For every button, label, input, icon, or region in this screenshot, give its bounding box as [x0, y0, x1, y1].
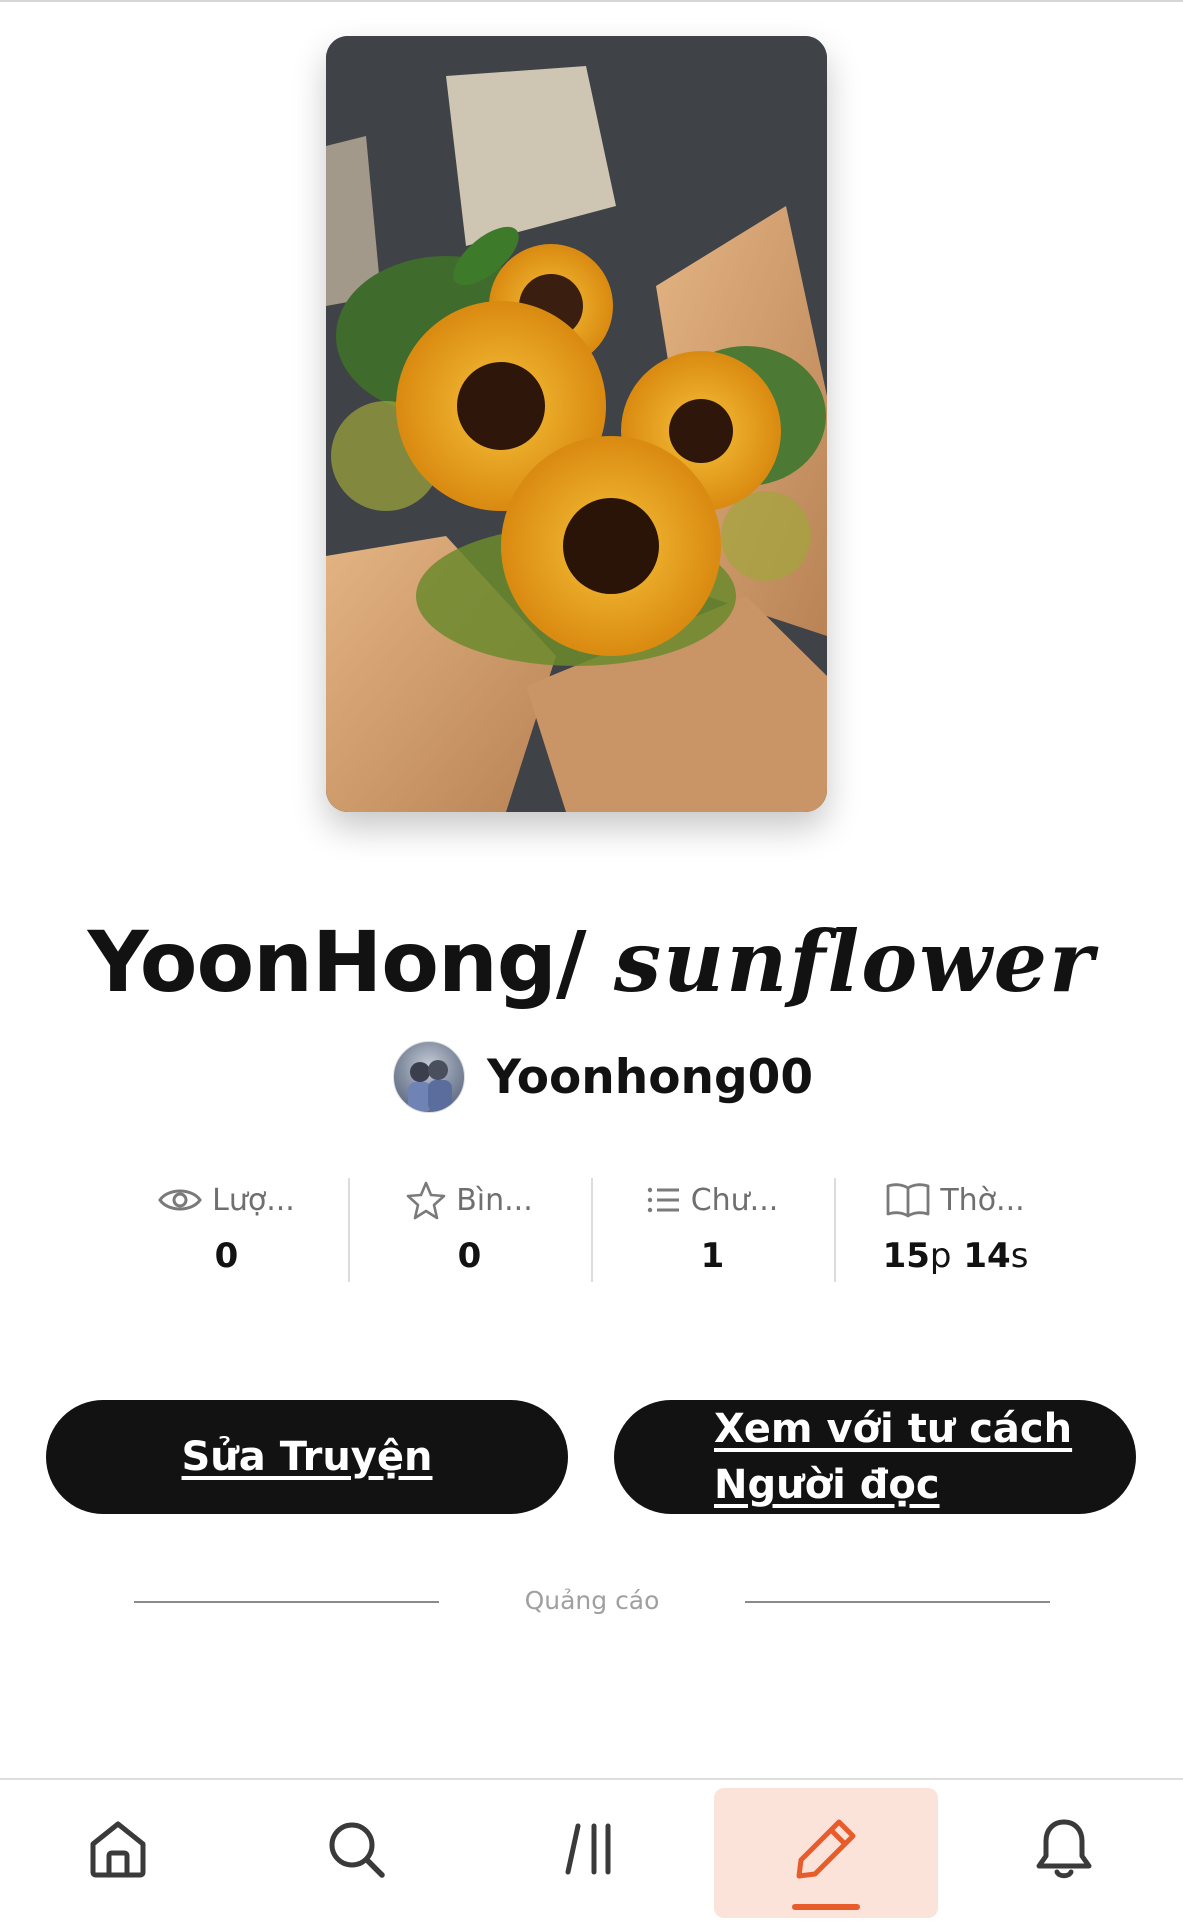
nav-notifications[interactable] [952, 1780, 1176, 1922]
stat-reading-time-label: Thờ... [940, 1182, 1025, 1218]
library-icon [562, 1818, 624, 1884]
top-divider [0, 0, 1183, 2]
eye-icon [158, 1185, 202, 1215]
stat-parts: Chư... 1 [591, 1170, 834, 1288]
author-avatar[interactable] [393, 1041, 465, 1113]
stat-reads-label: Lượ... [212, 1182, 295, 1218]
author-name[interactable]: Yoonhong00 [487, 1050, 813, 1105]
story-title: YoonHong/ sunflower [0, 912, 1183, 1011]
view-as-reader-button[interactable]: Xem với tư cách Người đọc [614, 1400, 1136, 1514]
stat-parts-label: Chư... [690, 1182, 779, 1218]
author-row[interactable]: Yoonhong00 [393, 1041, 813, 1113]
edit-story-button[interactable]: Sửa Truyện [46, 1400, 568, 1514]
edit-story-label: Sửa Truyện [181, 1434, 433, 1480]
nav-library[interactable] [481, 1780, 705, 1922]
search-icon [325, 1818, 387, 1884]
stat-reading-time: Thờ... 15p 14s [834, 1170, 1077, 1288]
stat-reading-time-value: 15p 14s [882, 1236, 1029, 1276]
nav-write[interactable] [714, 1780, 938, 1922]
ad-divider-right-line [745, 1601, 1050, 1603]
nav-active-indicator [792, 1904, 860, 1910]
nav-search[interactable] [244, 1780, 468, 1922]
ad-divider: Quảng cáo [134, 1582, 1050, 1622]
stat-votes-value: 0 [457, 1236, 482, 1276]
story-title-part2: sunflower [613, 912, 1096, 1011]
nav-home[interactable] [6, 1780, 230, 1922]
bottom-nav [0, 1778, 1183, 1922]
stat-votes-label: Bìn... [456, 1182, 533, 1218]
story-stats: Lượ... 0 Bìn... 0 Chư... 1 Thờ... 15p 14… [105, 1170, 1077, 1288]
stat-votes: Bìn... 0 [348, 1170, 591, 1288]
view-as-reader-label-line2: Người đọc [714, 1462, 940, 1508]
star-icon [406, 1180, 446, 1220]
stat-reads-value: 0 [214, 1236, 239, 1276]
bell-icon [1033, 1816, 1095, 1886]
write-icon [793, 1816, 859, 1886]
book-icon [886, 1182, 930, 1218]
stat-parts-value: 1 [700, 1236, 725, 1276]
home-icon [87, 1818, 149, 1884]
stat-reads: Lượ... 0 [105, 1170, 348, 1288]
view-as-reader-label-line1: Xem với tư cách [714, 1406, 1073, 1452]
story-cover-image[interactable] [326, 36, 827, 812]
list-icon [647, 1185, 681, 1215]
story-title-part1: YoonHong/ [87, 913, 587, 1011]
